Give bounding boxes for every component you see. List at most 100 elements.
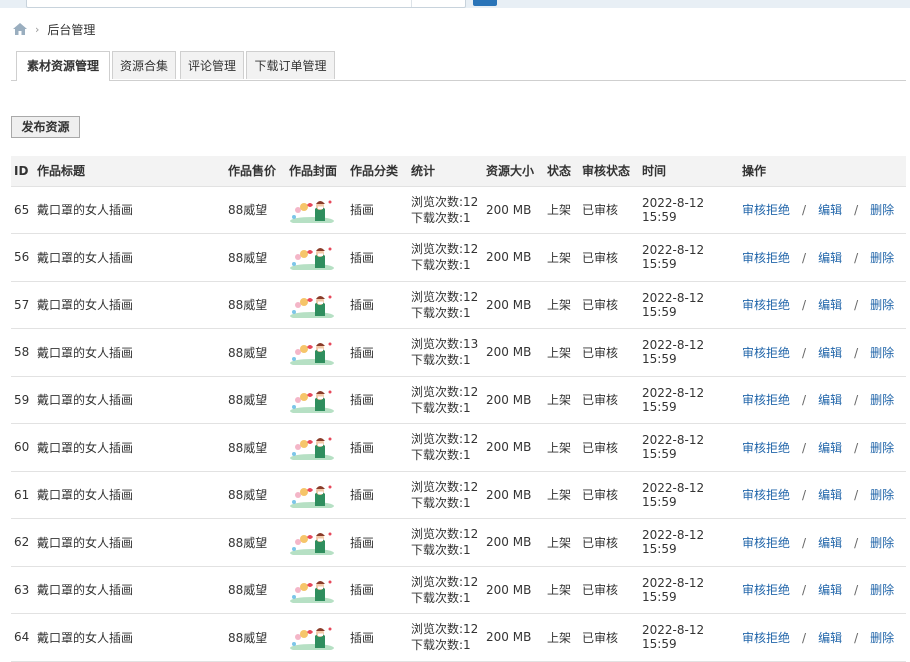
cell-status: 上架 (547, 393, 572, 408)
edit-link[interactable]: 编辑 (818, 441, 842, 455)
edit-link[interactable]: 编辑 (818, 251, 842, 265)
delete-link[interactable]: 删除 (870, 536, 894, 550)
cell-size: 200 MB (486, 392, 532, 407)
edit-link[interactable]: 编辑 (818, 393, 842, 407)
delete-link[interactable]: 删除 (870, 346, 894, 360)
cell-status: 上架 (547, 583, 572, 598)
cell-stats: 浏览次数:12 下载次数:1 (411, 281, 486, 329)
cell-review-status: 已审核 (582, 345, 619, 360)
cover-thumbnail[interactable] (289, 376, 350, 424)
search-button[interactable] (473, 0, 497, 6)
edit-link[interactable]: 编辑 (818, 488, 842, 502)
edit-link[interactable]: 编辑 (818, 631, 842, 645)
action-separator: / (802, 393, 807, 408)
reject-review-link[interactable]: 审核拒绝 (742, 346, 790, 360)
header-actions: 操作 (742, 156, 906, 187)
view-count: 浏览次数:12 (411, 242, 479, 257)
cell-actions: 审核拒绝 / 编辑 / 删除 (742, 614, 906, 662)
view-count: 浏览次数:12 (411, 432, 479, 447)
action-separator: / (802, 203, 807, 218)
reject-review-link[interactable]: 审核拒绝 (742, 488, 790, 502)
breadcrumb-separator: › (35, 22, 40, 36)
cell-review-status: 已审核 (582, 630, 619, 645)
table-row: 65 戴口罩的女人插画 88威望 插画 浏览次数:12 下载次数:1 200 M… (11, 186, 906, 234)
tab-material-resources[interactable]: 素材资源管理 (16, 51, 110, 81)
cover-thumbnail[interactable] (289, 186, 350, 234)
breadcrumb-current: 后台管理 (47, 22, 96, 37)
cell-price: 88威望 (228, 250, 268, 265)
table-row: 61 戴口罩的女人插画 88威望 插画 浏览次数:12 下载次数:1 200 M… (11, 471, 906, 519)
cell-review-status: 已审核 (582, 488, 619, 503)
cell-stats: 浏览次数:12 下载次数:1 (411, 186, 486, 234)
reject-review-link[interactable]: 审核拒绝 (742, 251, 790, 265)
delete-link[interactable]: 删除 (870, 631, 894, 645)
reject-review-link[interactable]: 审核拒绝 (742, 536, 790, 550)
cell-time: 2022-8-12 15:59 (642, 385, 705, 414)
delete-link[interactable]: 删除 (870, 441, 894, 455)
header-cover: 作品封面 (289, 156, 350, 187)
cover-thumbnail[interactable] (289, 281, 350, 329)
cell-title: 戴口罩的女人插画 (37, 345, 134, 360)
cell-stats: 浏览次数:12 下载次数:1 (411, 471, 486, 519)
delete-link[interactable]: 删除 (870, 298, 894, 312)
cover-thumbnail[interactable] (289, 519, 350, 567)
cover-thumbnail[interactable] (289, 614, 350, 662)
reject-review-link[interactable]: 审核拒绝 (742, 631, 790, 645)
reject-review-link[interactable]: 审核拒绝 (742, 298, 790, 312)
cell-status: 上架 (547, 345, 572, 360)
action-separator: / (854, 393, 859, 408)
reject-review-link[interactable]: 审核拒绝 (742, 203, 790, 217)
action-separator: / (802, 535, 807, 550)
action-separator: / (854, 583, 859, 598)
cell-size: 200 MB (486, 297, 532, 312)
cell-stats: 浏览次数:12 下载次数:1 (411, 234, 486, 282)
edit-link[interactable]: 编辑 (818, 298, 842, 312)
cell-title: 戴口罩的女人插画 (37, 250, 134, 265)
cell-actions: 审核拒绝 / 编辑 / 删除 (742, 566, 906, 614)
cell-stats: 浏览次数:12 下载次数:1 (411, 376, 486, 424)
cover-thumbnail[interactable] (289, 329, 350, 377)
cell-id: 65 (14, 202, 30, 217)
edit-link[interactable]: 编辑 (818, 583, 842, 597)
cell-size: 200 MB (486, 582, 532, 597)
delete-link[interactable]: 删除 (870, 488, 894, 502)
reject-review-link[interactable]: 审核拒绝 (742, 441, 790, 455)
view-count: 浏览次数:12 (411, 622, 479, 637)
cover-thumbnail[interactable] (289, 424, 350, 472)
cover-thumbnail[interactable] (289, 234, 350, 282)
tab-resource-collection[interactable]: 资源合集 (112, 51, 176, 79)
delete-link[interactable]: 删除 (870, 583, 894, 597)
tab-comment-management[interactable]: 评论管理 (180, 51, 244, 79)
edit-link[interactable]: 编辑 (818, 346, 842, 360)
reject-review-link[interactable]: 审核拒绝 (742, 583, 790, 597)
delete-link[interactable]: 删除 (870, 251, 894, 265)
delete-link[interactable]: 删除 (870, 393, 894, 407)
cell-actions: 审核拒绝 / 编辑 / 删除 (742, 281, 906, 329)
delete-link[interactable]: 删除 (870, 203, 894, 217)
cell-stats: 浏览次数:12 下载次数:1 (411, 614, 486, 662)
cell-actions: 审核拒绝 / 编辑 / 删除 (742, 376, 906, 424)
cell-actions: 审核拒绝 / 编辑 / 删除 (742, 186, 906, 234)
search-divider (411, 0, 412, 7)
header-id: ID (11, 156, 37, 187)
cell-review-status: 已审核 (582, 298, 619, 313)
cell-category: 插画 (350, 203, 375, 218)
breadcrumb: › 后台管理 (13, 21, 95, 37)
search-input[interactable] (26, 0, 466, 8)
reject-review-link[interactable]: 审核拒绝 (742, 393, 790, 407)
edit-link[interactable]: 编辑 (818, 536, 842, 550)
cell-actions: 审核拒绝 / 编辑 / 删除 (742, 519, 906, 567)
action-separator: / (802, 250, 807, 265)
cell-status: 上架 (547, 535, 572, 550)
home-icon[interactable] (13, 23, 27, 35)
tab-download-orders[interactable]: 下载订单管理 (246, 51, 335, 79)
table-row: 57 戴口罩的女人插画 88威望 插画 浏览次数:12 下载次数:1 200 M… (11, 281, 906, 329)
edit-link[interactable]: 编辑 (818, 203, 842, 217)
cover-thumbnail[interactable] (289, 471, 350, 519)
publish-resource-button[interactable]: 发布资源 (11, 116, 80, 138)
cover-thumbnail[interactable] (289, 566, 350, 614)
header-category: 作品分类 (350, 156, 411, 187)
cell-size: 200 MB (486, 202, 532, 217)
action-separator: / (802, 298, 807, 313)
download-count: 下载次数:1 (411, 590, 471, 605)
